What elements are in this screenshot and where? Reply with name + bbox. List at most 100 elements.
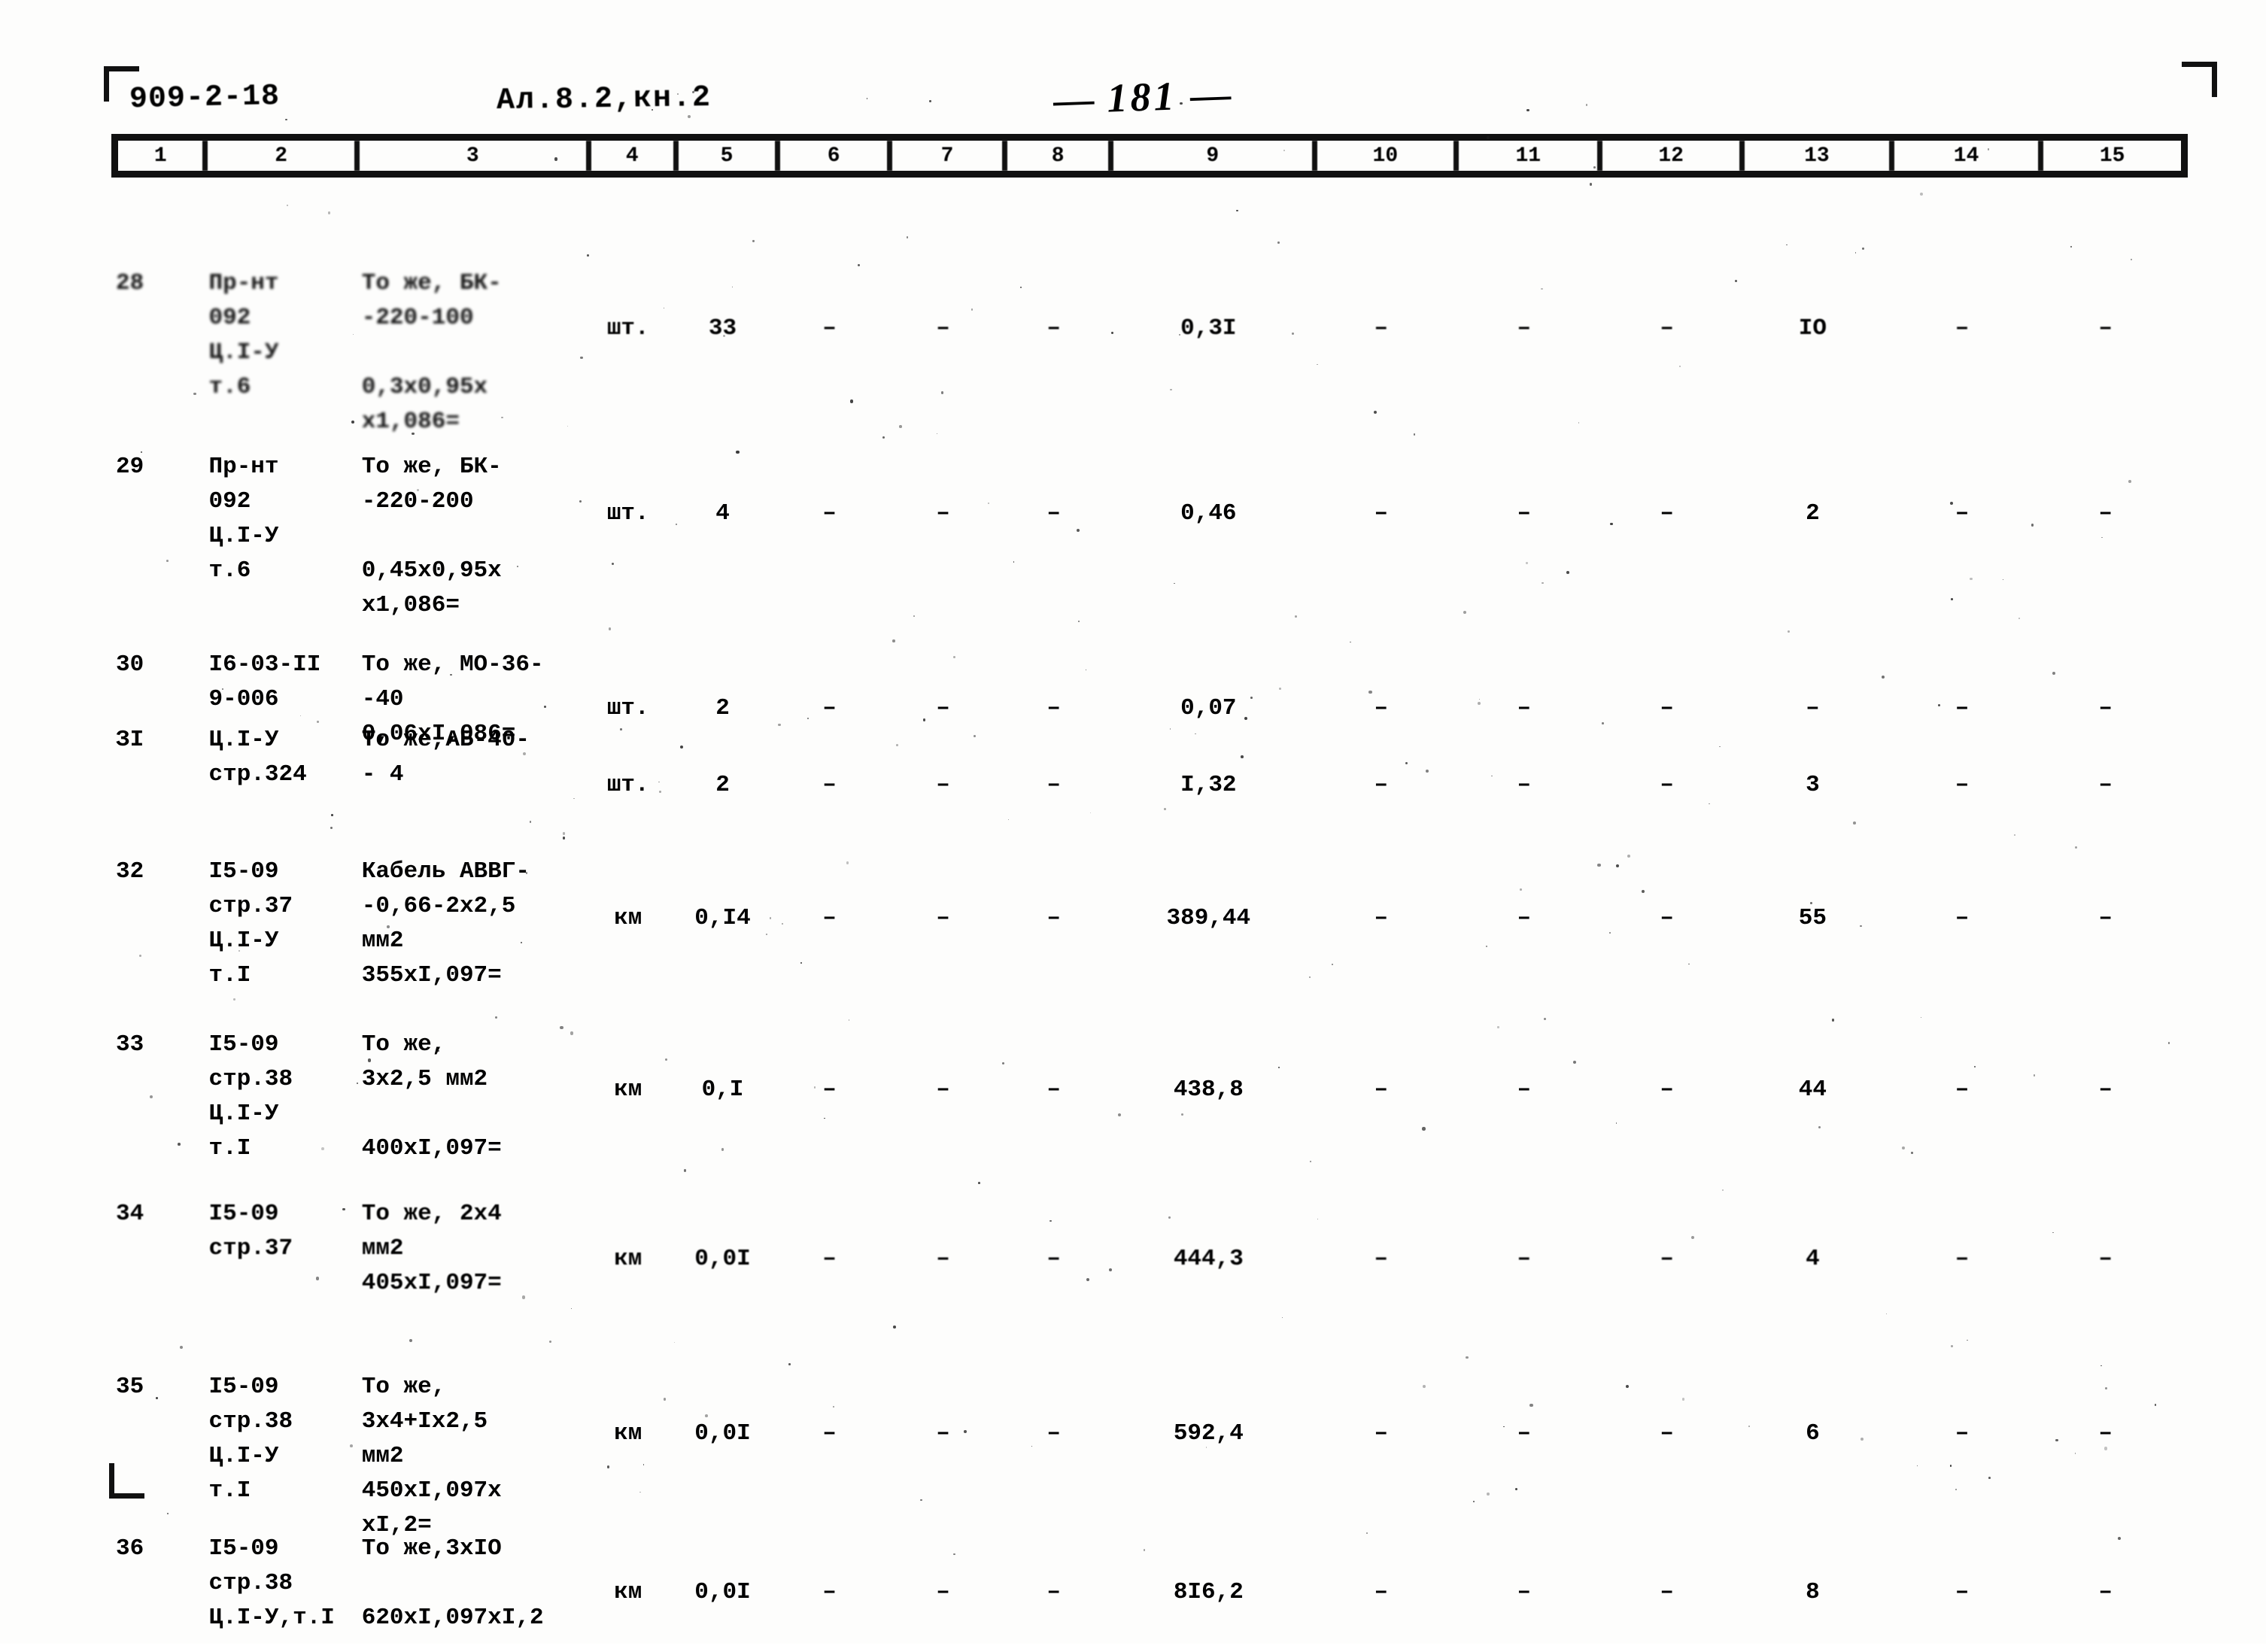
col10-value: – <box>1374 695 1389 721</box>
col8-value: – <box>1046 905 1061 931</box>
unit-of-measure: км <box>614 1420 642 1447</box>
row-number: 28 <box>116 270 144 296</box>
col6-value: – <box>822 905 837 931</box>
scan-speckle <box>1236 209 1238 212</box>
unit-of-measure: шт. <box>606 315 649 342</box>
resource-code: Пр-нт 092 Ц.I-У т.6 <box>208 454 279 584</box>
col6-value: – <box>822 1579 837 1605</box>
album-reference: Ал.8.2,кн.2 <box>496 81 712 118</box>
col11-value: – <box>1517 772 1532 798</box>
col7-value: – <box>936 772 950 798</box>
col12-value: – <box>1660 1246 1674 1272</box>
scan-speckle <box>149 1095 153 1098</box>
quantity: 0,I <box>701 1077 744 1103</box>
scan-speckle <box>788 1363 791 1365</box>
scan-speckle <box>315 1277 320 1280</box>
unit-of-measure: км <box>614 1579 642 1605</box>
col6-value: – <box>822 695 837 721</box>
col6-value: – <box>822 315 837 342</box>
col15-value: – <box>2098 315 2113 342</box>
scan-speckle <box>620 728 622 730</box>
col10-value: – <box>1374 315 1389 342</box>
scan-speckle <box>892 639 895 642</box>
scan-speckle <box>416 488 419 492</box>
scan-speckle <box>520 941 522 943</box>
col8-value: – <box>1046 772 1061 798</box>
scan-speckle <box>178 1143 181 1146</box>
scan-speckle <box>570 1307 572 1309</box>
col7-value: – <box>936 500 950 527</box>
scan-speckle <box>683 1169 686 1172</box>
scan-speckle <box>1164 808 1166 810</box>
scan-speckle <box>1168 1216 1171 1219</box>
column-header-4: 4 <box>591 141 679 171</box>
quantity: 4 <box>715 500 730 527</box>
table-body: 28 Пр-нт 092 Ц.I-У т.6 То же, БК- -220-100… <box>111 178 2188 1652</box>
scan-speckle <box>2128 479 2132 483</box>
scan-speckle <box>1332 963 1333 965</box>
scan-speckle <box>554 157 557 161</box>
scan-speckle <box>752 240 755 242</box>
scan-speckle <box>1950 597 1953 600</box>
table-row: 36 I5-09 стр.38 Ц.I-У,т.I То же,3xIO 620xI… <box>111 1532 2188 1635</box>
scan-speckle <box>1593 166 1596 169</box>
row-number: 34 <box>116 1201 144 1227</box>
scan-speckle <box>1291 332 1294 335</box>
unit-price: 444,3 <box>1173 1246 1244 1272</box>
col11-value: – <box>1517 315 1532 342</box>
col7-value: – <box>936 1077 950 1103</box>
col10-value: – <box>1374 1077 1389 1103</box>
scan-speckle <box>1117 1113 1122 1117</box>
scan-speckle <box>1949 501 1953 505</box>
unit-price: 8I6,2 <box>1173 1579 1244 1605</box>
resource-code: Пр-нт 092 Ц.I-У т.6 <box>208 270 279 400</box>
scan-speckle <box>1472 1501 1475 1503</box>
scan-speckle <box>155 1396 159 1400</box>
scan-speckle <box>964 1430 967 1434</box>
col7-value: – <box>936 315 950 342</box>
resource-name: То же, БК- -220-200 0,45x0,95x x1,086= <box>361 454 502 618</box>
quantity: 2 <box>715 772 730 798</box>
scan-speckle <box>138 954 141 957</box>
row-number: 29 <box>116 454 144 480</box>
col14-value: – <box>1955 500 1970 527</box>
document-code: 909-2-18 <box>129 79 281 117</box>
col8-value: – <box>1046 1246 1061 1272</box>
unit-of-measure: шт. <box>606 695 649 721</box>
unit-price: 0,3I <box>1180 315 1237 342</box>
column-header-1: 1 <box>118 141 208 171</box>
row-number: 35 <box>116 1374 144 1400</box>
col13-value: 3 <box>1806 772 1820 798</box>
col15-value: – <box>2098 500 2113 527</box>
scan-speckle <box>906 236 909 238</box>
col8-value: – <box>1046 500 1061 527</box>
scan-speckle <box>179 1345 184 1349</box>
col12-value: – <box>1660 1420 1674 1447</box>
resource-name: То же, 3x2,5 мм2 400xI,097= <box>361 1031 502 1162</box>
scan-speckle <box>1911 1152 1913 1154</box>
resource-code: I5-09 стр.38 Ц.I-У,т.I <box>208 1535 335 1631</box>
scan-speckle <box>781 923 783 925</box>
scan-speckle <box>1602 722 1604 724</box>
scan-speckle <box>1422 1127 1426 1131</box>
scan-speckle <box>521 1295 525 1299</box>
scan-speckle <box>286 204 288 206</box>
col13-value: IO <box>1798 315 1827 342</box>
scan-speckle <box>1485 945 1487 948</box>
scan-speckle <box>1642 889 1645 893</box>
col13-value: 4 <box>1806 1246 1820 1272</box>
unit-of-measure: км <box>614 1077 642 1103</box>
resource-name: Кабель АВВГ- -0,66-2x2,5 мм2 355xI,097= <box>361 858 530 988</box>
col11-value: – <box>1517 1246 1532 1272</box>
scan-speckle <box>970 308 974 311</box>
col8-value: – <box>1046 315 1061 342</box>
resource-code: Ц.I-У стр.324 <box>208 727 307 788</box>
scan-speckle <box>1787 630 1790 633</box>
scan-speckle <box>2013 834 2016 837</box>
col8-value: – <box>1046 1579 1061 1605</box>
scan-speckle <box>494 1016 497 1019</box>
resource-name: То же,3xIO 620xI,097xI,2 <box>361 1535 544 1631</box>
col14-value: – <box>1955 695 1970 721</box>
scan-speckle <box>896 744 898 746</box>
scan-speckle <box>1809 902 1812 904</box>
